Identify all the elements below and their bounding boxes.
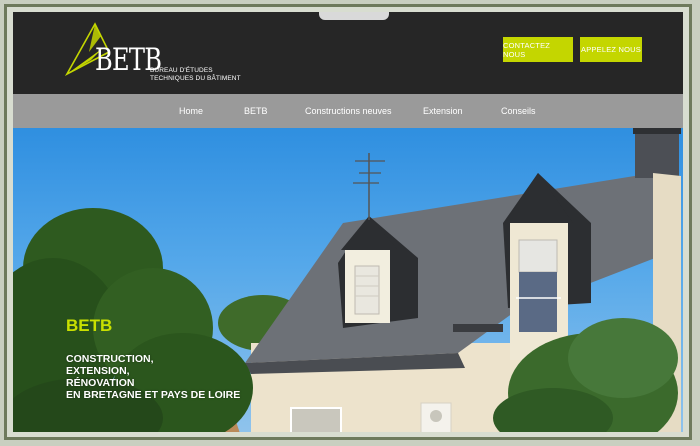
hero-line-construction: CONSTRUCTION, [66, 353, 154, 365]
hero-line-region: EN BRETAGNE ET PAYS DE LOIRE [66, 389, 241, 401]
page: BETB BUREAU D'ÉTUDES TECHNIQUES DU BÂTIM… [13, 12, 683, 432]
logo-subtitle: BUREAU D'ÉTUDES TECHNIQUES DU BÂTIMENT [150, 67, 241, 83]
nav-item-home[interactable]: Home [179, 94, 203, 128]
call-us-button[interactable]: APPELEZ NOUS [580, 37, 642, 62]
hero-banner: BETB CONSTRUCTION, EXTENSION, RÉNOVATION… [13, 128, 683, 432]
hero-title: BETB [66, 316, 113, 335]
betb-logo[interactable]: BETB BUREAU D'ÉTUDES TECHNIQUES DU BÂTIM… [65, 22, 241, 82]
nav-item-extension[interactable]: Extension [423, 94, 463, 128]
site-header: BETB BUREAU D'ÉTUDES TECHNIQUES DU BÂTIM… [13, 12, 683, 94]
hero-line-extension: EXTENSION, [66, 365, 130, 377]
main-nav: Home BETB Constructions neuves Extension… [13, 94, 683, 128]
contact-us-button[interactable]: CONTACTEZ NOUS [503, 37, 573, 62]
top-tab-handle[interactable] [319, 12, 389, 20]
nav-item-betb[interactable]: BETB [244, 94, 268, 128]
hero-line-renovation: RÉNOVATION [66, 377, 135, 389]
window-frame: BETB BUREAU D'ÉTUDES TECHNIQUES DU BÂTIM… [4, 4, 692, 440]
logo-subtitle-line1: BUREAU D'ÉTUDES [150, 67, 213, 74]
nav-item-constructions-neuves[interactable]: Constructions neuves [305, 94, 392, 128]
logo-subtitle-line2: TECHNIQUES DU BÂTIMENT [150, 75, 241, 82]
nav-item-conseils[interactable]: Conseils [501, 94, 536, 128]
